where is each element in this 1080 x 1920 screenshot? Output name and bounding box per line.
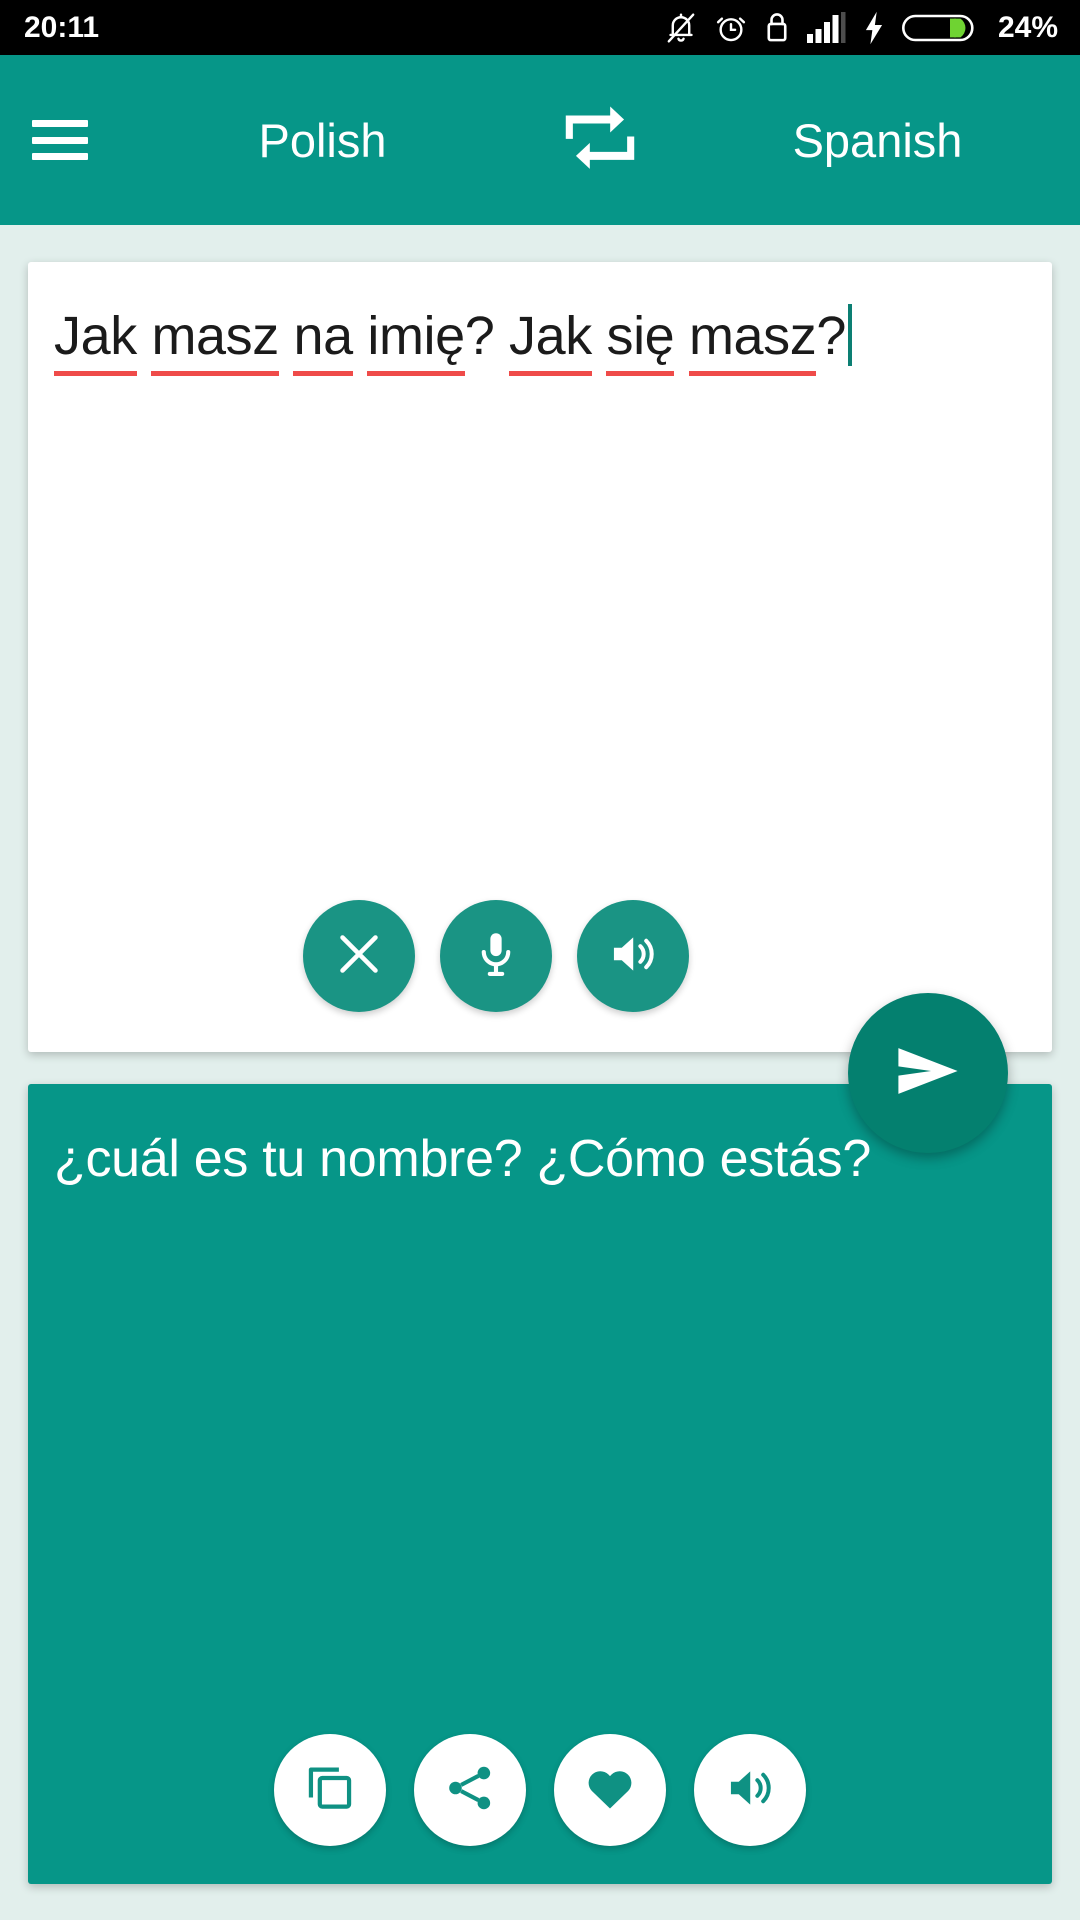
send-icon	[891, 1034, 965, 1113]
speak-source-button[interactable]	[577, 900, 689, 1012]
source-word: masz	[688, 305, 817, 376]
favorite-button[interactable]	[554, 1734, 666, 1846]
usb-lock-icon	[764, 10, 790, 46]
source-word: imię	[367, 305, 465, 376]
speak-target-button[interactable]	[694, 1734, 806, 1846]
swap-languages-button[interactable]	[525, 55, 675, 225]
translator-app-screen: 20:11 24% Polish Spanish Jak masz na imi…	[0, 0, 1080, 1920]
hamburger-menu-icon	[32, 120, 88, 160]
source-punctuation: ?	[464, 306, 495, 366]
signal-bars-icon	[806, 11, 846, 45]
copy-icon	[304, 1762, 356, 1819]
source-word: się	[606, 305, 675, 376]
speaker-icon	[724, 1762, 776, 1819]
source-text-card: Jak masz na imię? Jak się masz?	[28, 262, 1052, 1052]
battery-icon	[901, 10, 974, 46]
source-word: Jak	[54, 305, 137, 376]
source-actions-row	[28, 900, 1052, 1012]
copy-button[interactable]	[274, 1734, 386, 1846]
text-cursor	[848, 304, 852, 366]
bell-off-icon	[664, 10, 698, 46]
battery-percentage: 24%	[997, 10, 1058, 44]
menu-button[interactable]	[0, 55, 120, 225]
target-language-selector[interactable]: Spanish	[675, 55, 1080, 225]
status-icon-tray: 24%	[664, 10, 1058, 46]
speaker-icon	[607, 928, 659, 985]
send-button[interactable]	[848, 993, 1008, 1153]
source-word: Jak	[509, 305, 592, 376]
alarm-clock-icon	[714, 10, 748, 46]
source-language-selector[interactable]: Polish	[120, 55, 525, 225]
close-icon	[333, 928, 385, 985]
translation-actions-row	[28, 1734, 1052, 1846]
charging-bolt-icon	[862, 10, 886, 46]
clear-button[interactable]	[303, 900, 415, 1012]
source-word: na	[293, 305, 353, 376]
status-clock: 20:11	[24, 10, 100, 44]
share-icon	[444, 1762, 496, 1819]
microphone-icon	[470, 928, 522, 985]
source-punctuation: ?	[816, 306, 846, 366]
source-text-input[interactable]: Jak masz na imię? Jak się masz?	[54, 304, 1032, 376]
microphone-button[interactable]	[440, 900, 552, 1012]
source-word: masz	[151, 305, 279, 376]
status-bar: 20:11 24%	[0, 0, 1080, 55]
share-button[interactable]	[414, 1734, 526, 1846]
heart-icon	[583, 1761, 637, 1820]
swap-arrows-icon	[563, 101, 637, 180]
translated-text-card: ¿cuál es tu nombre? ¿Cómo estás?	[28, 1084, 1052, 1884]
app-bar: Polish Spanish	[0, 55, 1080, 225]
